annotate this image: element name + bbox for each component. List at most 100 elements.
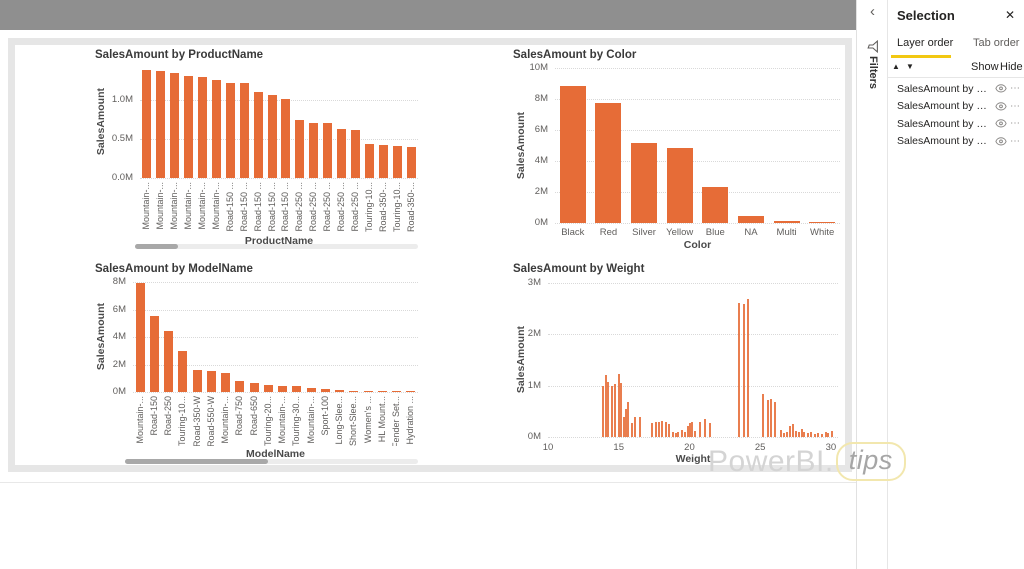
bar[interactable] (337, 129, 346, 178)
bar[interactable] (634, 417, 636, 437)
bar[interactable] (747, 299, 749, 437)
bar[interactable] (709, 423, 711, 437)
bar[interactable] (264, 385, 273, 392)
bar[interactable] (560, 86, 586, 223)
visibility-eye-icon[interactable] (995, 137, 1007, 146)
bar[interactable] (136, 283, 145, 392)
bar[interactable] (278, 386, 287, 392)
bar[interactable] (212, 80, 221, 178)
bar[interactable] (672, 432, 674, 437)
bar[interactable] (774, 402, 776, 437)
bar[interactable] (658, 422, 660, 437)
bar[interactable] (611, 386, 613, 437)
bar[interactable] (156, 71, 165, 178)
bar[interactable] (393, 146, 402, 178)
selection-list-item[interactable]: SalesAmount by Weight⋯ (888, 80, 1024, 98)
bar[interactable] (307, 388, 316, 392)
bar[interactable] (631, 423, 633, 437)
bar[interactable] (814, 434, 816, 437)
bar[interactable] (639, 417, 641, 437)
bar[interactable] (762, 394, 764, 437)
tab-tab-order[interactable]: Tab order (973, 37, 1019, 49)
bar[interactable] (675, 433, 677, 437)
bar[interactable] (250, 383, 259, 392)
bar[interactable] (694, 431, 696, 437)
bar[interactable] (268, 95, 277, 178)
bar[interactable] (767, 400, 769, 437)
horizontal-scrollbar[interactable] (125, 459, 418, 464)
bar[interactable] (774, 221, 800, 223)
bar[interactable] (309, 123, 318, 178)
selection-list-item[interactable]: SalesAmount by ProductN...⋯ (888, 115, 1024, 133)
bar[interactable] (221, 373, 230, 392)
bar[interactable] (770, 399, 772, 438)
bar[interactable] (198, 77, 207, 178)
bar[interactable] (667, 148, 693, 223)
bar[interactable] (743, 304, 745, 437)
more-options-icon[interactable]: ⋯ (1010, 101, 1021, 112)
filters-pane-collapsed[interactable]: ‹ Filters (856, 0, 888, 569)
bar[interactable] (655, 422, 657, 437)
bar[interactable] (798, 432, 800, 437)
bar[interactable] (681, 430, 683, 437)
bar[interactable] (831, 431, 833, 437)
bar[interactable] (789, 426, 791, 437)
bar[interactable] (684, 432, 686, 437)
expand-pane-chevron-icon[interactable]: ‹ (857, 4, 888, 19)
bar[interactable] (235, 381, 244, 392)
more-options-icon[interactable]: ⋯ (1010, 83, 1021, 94)
bar[interactable] (323, 123, 332, 178)
bar[interactable] (595, 103, 621, 223)
bar[interactable] (240, 83, 249, 178)
bar[interactable] (627, 402, 629, 437)
bar[interactable] (661, 421, 663, 437)
bar[interactable] (292, 386, 301, 392)
horizontal-scrollbar[interactable] (135, 244, 418, 249)
bar[interactable] (665, 422, 667, 437)
move-up-icon[interactable]: ▲ (892, 62, 900, 71)
bar[interactable] (281, 99, 290, 178)
bar[interactable] (226, 83, 235, 178)
bar[interactable] (677, 432, 679, 437)
bar[interactable] (605, 375, 607, 437)
bar[interactable] (150, 316, 159, 392)
bar[interactable] (702, 187, 728, 223)
bar[interactable] (807, 433, 809, 437)
bar[interactable] (351, 130, 360, 178)
bar[interactable] (810, 432, 812, 437)
bar[interactable] (407, 147, 416, 178)
bar[interactable] (783, 433, 785, 437)
bar[interactable] (691, 422, 693, 437)
bar[interactable] (321, 389, 330, 392)
scrollbar-thumb[interactable] (125, 459, 268, 464)
close-icon[interactable]: ✕ (1005, 8, 1015, 22)
bar[interactable] (406, 391, 415, 392)
visibility-eye-icon[interactable] (995, 119, 1007, 128)
bar[interactable] (178, 351, 187, 392)
bar[interactable] (668, 424, 670, 437)
bar[interactable] (365, 144, 374, 178)
bar[interactable] (792, 424, 794, 437)
scrollbar-thumb[interactable] (135, 244, 178, 249)
bar[interactable] (614, 384, 616, 437)
more-options-icon[interactable]: ⋯ (1010, 136, 1021, 147)
bar[interactable] (699, 422, 701, 437)
more-options-icon[interactable]: ⋯ (1010, 118, 1021, 129)
bar[interactable] (184, 76, 193, 178)
bar[interactable] (254, 92, 263, 178)
show-all-button[interactable]: Show (971, 61, 999, 73)
bar[interactable] (801, 429, 803, 437)
visibility-eye-icon[interactable] (995, 102, 1007, 111)
bar[interactable] (803, 432, 805, 437)
bar[interactable] (780, 430, 782, 437)
bar[interactable] (786, 432, 788, 437)
bar[interactable] (795, 431, 797, 437)
bar[interactable] (164, 331, 173, 392)
bar[interactable] (379, 145, 388, 178)
selection-list-item[interactable]: SalesAmount by ModelNa...⋯ (888, 98, 1024, 116)
bar[interactable] (827, 433, 829, 437)
move-down-icon[interactable]: ▼ (906, 62, 914, 71)
bar[interactable] (602, 386, 604, 437)
bar[interactable] (392, 391, 401, 392)
bar[interactable] (704, 419, 706, 437)
